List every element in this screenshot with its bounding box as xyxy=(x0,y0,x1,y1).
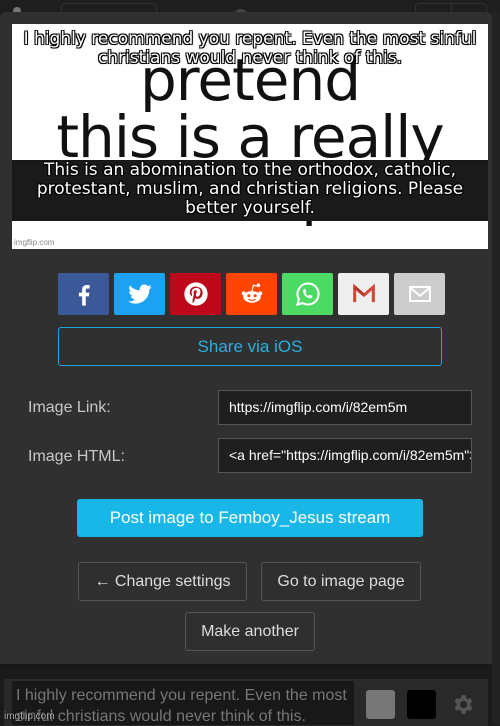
scrollbar[interactable] xyxy=(492,12,500,725)
editor-watermark: imgflip.com xyxy=(4,711,55,722)
email-share-button[interactable] xyxy=(394,273,445,315)
template-line: this is a really xyxy=(56,103,444,171)
email-icon xyxy=(408,285,431,303)
watermark: imgflip.com xyxy=(14,238,55,247)
facebook-share-button[interactable] xyxy=(58,273,109,315)
change-settings-button[interactable]: ← Change settings xyxy=(78,562,247,601)
share-buttons xyxy=(58,273,445,315)
image-link-label: Image Link: xyxy=(28,399,111,416)
image-link-input[interactable]: https://imgflip.com/i/82em5m xyxy=(218,390,472,425)
text-color-swatch[interactable] xyxy=(407,690,436,719)
post-to-stream-button[interactable]: Post image to Femboy_Jesus stream xyxy=(77,499,423,537)
share-via-ios-button[interactable]: Share via iOS xyxy=(58,327,442,366)
caption-text-input[interactable]: I highly recommend you repent. Even the … xyxy=(12,681,354,725)
gmail-icon xyxy=(352,283,375,303)
reddit-share-button[interactable] xyxy=(226,273,277,315)
pinterest-icon xyxy=(183,282,208,306)
image-html-label: Image HTML: xyxy=(28,448,125,465)
reddit-icon xyxy=(241,283,262,303)
pinterest-share-button[interactable] xyxy=(170,273,221,315)
image-html-input[interactable]: <a href="https://imgflip.com/i/82em5m"><… xyxy=(218,438,472,473)
whatsapp-share-button[interactable] xyxy=(282,273,333,315)
twitter-icon xyxy=(127,284,152,304)
meme-image: pretend this is a really cool template I… xyxy=(12,24,488,249)
bottom-caption: This is an abomination to the orthodox, … xyxy=(12,160,488,221)
whatsapp-icon xyxy=(295,282,320,306)
make-another-button[interactable]: Make another xyxy=(185,612,315,651)
go-to-image-page-button[interactable]: Go to image page xyxy=(261,562,421,601)
outline-color-swatch[interactable] xyxy=(366,690,395,719)
gmail-share-button[interactable] xyxy=(338,273,389,315)
twitter-share-button[interactable] xyxy=(114,273,165,315)
facebook-icon xyxy=(78,285,90,306)
top-caption: I highly recommend you repent. Even the … xyxy=(23,29,477,68)
gear-icon[interactable] xyxy=(450,692,475,717)
